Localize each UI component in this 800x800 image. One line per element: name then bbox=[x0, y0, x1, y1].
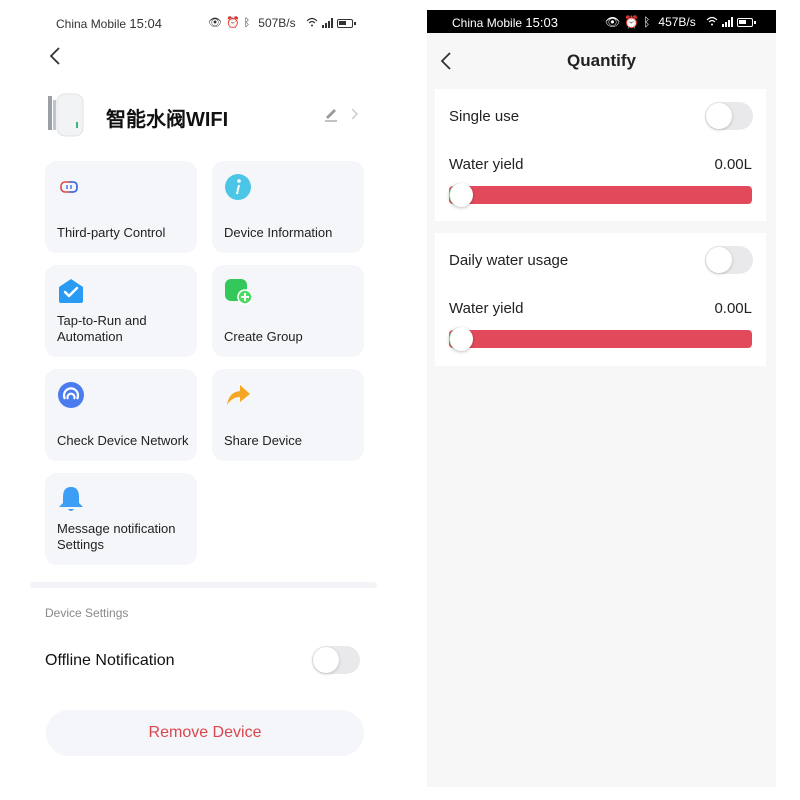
net-speed: 507B/s bbox=[258, 16, 296, 30]
chevron-right-icon bbox=[351, 108, 359, 120]
wifi-icon bbox=[706, 15, 718, 29]
net-speed: 457B/s bbox=[658, 15, 696, 29]
info-icon bbox=[224, 173, 252, 201]
tile-label: Message notification Settings bbox=[57, 521, 176, 552]
slider-track bbox=[449, 186, 752, 204]
status-time: 15:04 bbox=[129, 15, 162, 31]
remove-device-button[interactable]: Remove Device bbox=[46, 710, 364, 756]
back-button[interactable] bbox=[46, 44, 66, 68]
tile-device-information[interactable]: Device Information bbox=[212, 161, 364, 253]
eye-icon: 👁 bbox=[208, 16, 222, 29]
status-carrier: China Mobile 15:04 bbox=[56, 16, 162, 31]
tile-label: Check Device Network bbox=[57, 433, 189, 448]
tile-check-device-network[interactable]: Check Device Network bbox=[45, 369, 197, 461]
water-yield-value: 0.00L bbox=[714, 300, 752, 317]
daily-water-usage-toggle[interactable] bbox=[705, 246, 753, 274]
status-time: 15:03 bbox=[525, 15, 558, 30]
toggle-knob bbox=[706, 103, 732, 129]
battery-icon bbox=[336, 18, 356, 28]
water-yield-slider[interactable] bbox=[449, 327, 752, 351]
device-settings-heading: Device Settings bbox=[45, 606, 129, 620]
offline-notification-label: Offline Notification bbox=[45, 652, 175, 669]
bluetooth-icon: ᛒ bbox=[243, 16, 251, 29]
single-use-label: Single use bbox=[449, 108, 520, 125]
wifi-icon bbox=[306, 17, 318, 30]
carrier-name: China Mobile bbox=[56, 16, 127, 31]
water-yield-slider[interactable] bbox=[449, 183, 752, 207]
status-carrier: China Mobile 15:03 bbox=[452, 15, 558, 30]
share-icon bbox=[224, 381, 252, 409]
signal-icon bbox=[721, 17, 733, 27]
bluetooth-icon: ᛒ bbox=[643, 15, 651, 29]
network-check-icon bbox=[57, 381, 85, 409]
device-detail-chevron[interactable] bbox=[349, 106, 359, 122]
slider-track bbox=[449, 330, 752, 348]
tile-third-party-control[interactable]: Third-party Control bbox=[45, 161, 197, 253]
tile-share-device[interactable]: Share Device bbox=[212, 369, 364, 461]
slider-thumb[interactable] bbox=[449, 327, 473, 351]
water-yield-label: Water yield bbox=[449, 300, 524, 317]
automation-check-icon bbox=[57, 277, 85, 305]
nav-bar: Quantify bbox=[427, 33, 776, 89]
battery-icon bbox=[736, 17, 756, 27]
edit-name-button[interactable] bbox=[323, 106, 339, 122]
tile-label: Third-party Control bbox=[57, 225, 166, 240]
tile-label: Share Device bbox=[224, 433, 303, 448]
toggle-knob bbox=[313, 647, 339, 673]
toggle-knob bbox=[706, 247, 732, 273]
tile-label: Device Information bbox=[224, 225, 333, 240]
pencil-icon bbox=[325, 109, 337, 122]
water-yield-value: 0.00L bbox=[714, 156, 752, 173]
chevron-left-icon bbox=[49, 47, 60, 65]
device-image bbox=[46, 92, 86, 138]
tile-tap-to-run-automation[interactable]: Tap-to-Run and Automation bbox=[45, 265, 197, 357]
tile-label: Create Group bbox=[224, 329, 303, 344]
create-group-icon bbox=[224, 277, 253, 305]
page-title: Quantify bbox=[567, 51, 636, 70]
daily-water-usage-card: Daily water usage Water yield 0.00L bbox=[435, 233, 766, 366]
daily-water-usage-label: Daily water usage bbox=[449, 252, 569, 269]
single-use-card: Single use Water yield 0.00L bbox=[435, 89, 766, 221]
device-name: 智能水阀WIFI bbox=[106, 109, 229, 131]
offline-notification-toggle[interactable] bbox=[312, 646, 360, 674]
tile-label: Tap-to-Run and Automation bbox=[57, 313, 147, 344]
section-divider bbox=[30, 582, 377, 588]
alarm-icon: ⏰ bbox=[225, 16, 240, 29]
status-icons: 👁 ⏰ ᛒ 457B/s bbox=[605, 15, 756, 29]
single-use-toggle[interactable] bbox=[705, 102, 753, 130]
alarm-icon: ⏰ bbox=[624, 15, 640, 29]
carrier-name: China Mobile bbox=[452, 16, 523, 30]
third-party-control-icon bbox=[57, 173, 85, 201]
tile-create-group[interactable]: Create Group bbox=[212, 265, 364, 357]
status-icons: 👁 ⏰ ᛒ 507B/s bbox=[208, 16, 356, 30]
status-bar: China Mobile 15:03 👁 ⏰ ᛒ 457B/s bbox=[427, 10, 776, 33]
status-bar: China Mobile 15:04 👁 ⏰ ᛒ 507B/s bbox=[56, 12, 366, 34]
eye-icon: 👁 bbox=[605, 15, 621, 29]
signal-icon bbox=[321, 18, 333, 28]
water-yield-label: Water yield bbox=[449, 156, 524, 173]
bell-icon bbox=[57, 485, 85, 513]
slider-thumb[interactable] bbox=[449, 183, 473, 207]
device-settings-screen: China Mobile 15:04 👁 ⏰ ᛒ 507B/s 智能水阀WIFI bbox=[0, 0, 410, 800]
tile-message-notification-settings[interactable]: Message notification Settings bbox=[45, 473, 197, 565]
quantify-screen: China Mobile 15:03 👁 ⏰ ᛒ 457B/s Quantify… bbox=[427, 10, 776, 787]
